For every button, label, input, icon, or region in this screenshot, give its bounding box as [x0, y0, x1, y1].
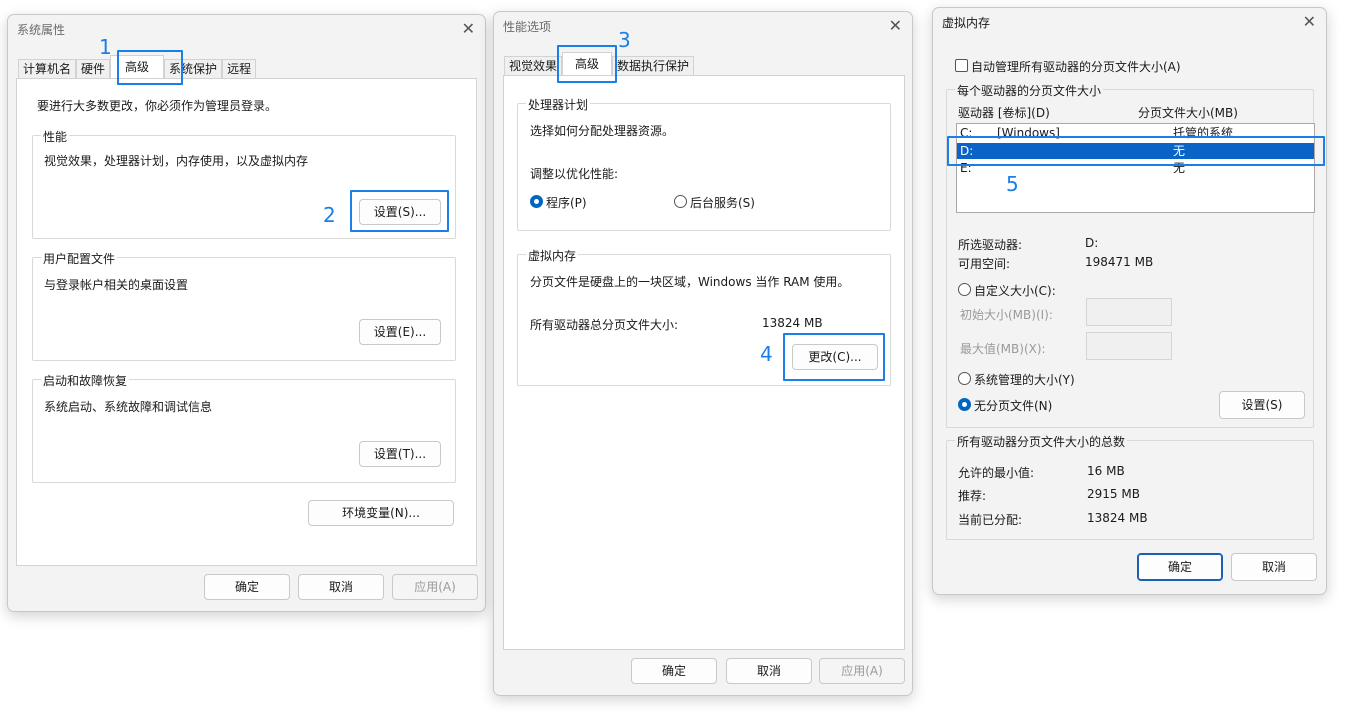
virtual-memory-window: 虚拟内存 ✕ 自动管理所有驱动器的分页文件大小(A) 每个驱动器的分页文件大小 …: [932, 7, 1327, 595]
services-radio[interactable]: [674, 195, 687, 208]
highlight-perf-advanced-tab: [557, 45, 617, 83]
tab-hardware[interactable]: 硬件: [76, 59, 111, 78]
window-title: 系统属性: [17, 23, 66, 37]
max-size-label: 最大值(MB)(X):: [960, 342, 1046, 356]
admin-note: 要进行大多数更改，你必须作为管理员登录。: [37, 99, 278, 113]
custom-size-radio[interactable]: [958, 283, 971, 296]
highlight-change-button: [783, 333, 885, 381]
total-paging-group: 所有驱动器分页文件大小的总数 允许的最小值: 16 MB 推荐: 2915 MB…: [946, 433, 1314, 540]
min-allowed-value: 16 MB: [1087, 464, 1125, 478]
column-drive-header: 驱动器 [卷标](D): [958, 106, 1050, 120]
step-number-3: 3: [618, 28, 631, 52]
free-space-label: 可用空间:: [958, 257, 1011, 271]
ok-button[interactable]: 确定: [204, 574, 290, 600]
min-allowed-label: 允许的最小值:: [958, 466, 1035, 480]
startup-recovery-group: 启动和故障恢复 系统启动、系统故障和调试信息 设置(T)...: [32, 372, 456, 483]
tab-remote[interactable]: 远程: [222, 59, 257, 78]
window-title: 虚拟内存: [942, 16, 991, 30]
programs-label: 程序(P): [546, 196, 587, 210]
window-title: 性能选项: [503, 20, 552, 34]
close-icon[interactable]: ✕: [1303, 12, 1316, 31]
user-profiles-description: 与登录帐户相关的桌面设置: [44, 278, 189, 292]
environment-variables-button[interactable]: 环境变量(N)...: [308, 500, 454, 526]
selected-drive-label: 所选驱动器:: [958, 238, 1023, 252]
max-size-input[interactable]: [1086, 332, 1172, 360]
currently-allocated-value: 13824 MB: [1087, 511, 1148, 525]
tab-visual-effects[interactable]: 视觉效果: [504, 56, 563, 75]
no-paging-file-radio[interactable]: [958, 398, 971, 411]
recommended-label: 推荐:: [958, 489, 987, 503]
highlight-drive-d-row: [947, 136, 1325, 166]
step-number-4: 4: [760, 342, 773, 366]
programs-radio[interactable]: [530, 195, 543, 208]
initial-size-input[interactable]: [1086, 298, 1172, 326]
group-label: 所有驱动器分页文件大小的总数: [955, 433, 1128, 450]
initial-size-label: 初始大小(MB)(I):: [960, 308, 1053, 322]
user-profiles-group: 用户配置文件 与登录帐户相关的桌面设置 设置(E)...: [32, 250, 456, 361]
group-label: 启动和故障恢复: [41, 372, 130, 389]
advanced-panel: 要进行大多数更改，你必须作为管理员登录。 性能 视觉效果，处理器计划，内存使用，…: [16, 78, 477, 566]
currently-allocated-label: 当前已分配:: [958, 513, 1023, 527]
total-paging-label: 所有驱动器总分页文件大小:: [530, 318, 679, 332]
system-managed-radio[interactable]: [958, 372, 971, 385]
startup-recovery-description: 系统启动、系统故障和调试信息: [44, 400, 213, 414]
recommended-value: 2915 MB: [1087, 487, 1140, 501]
ok-button[interactable]: 确定: [1137, 553, 1223, 581]
user-profiles-settings-button[interactable]: 设置(E)...: [359, 319, 441, 345]
group-label: 虚拟内存: [526, 247, 579, 264]
system-properties-window: 系统属性 ✕ 计算机名 硬件 高级 系统保护 远程 要进行大多数更改，你必须作为…: [7, 14, 486, 612]
close-icon[interactable]: ✕: [462, 19, 475, 38]
step-number-5: 5: [1006, 172, 1019, 196]
tab-computer-name[interactable]: 计算机名: [18, 59, 77, 78]
tab-dep[interactable]: 数据执行保护: [612, 56, 695, 75]
selected-drive-value: D:: [1085, 236, 1099, 250]
processor-description: 选择如何分配处理器资源。: [530, 124, 675, 138]
column-size-header: 分页文件大小(MB): [1138, 106, 1238, 120]
ok-button[interactable]: 确定: [631, 658, 717, 684]
auto-manage-checkbox[interactable]: [955, 59, 968, 72]
no-paging-file-label: 无分页文件(N): [974, 399, 1053, 413]
apply-button[interactable]: 应用(A): [819, 658, 905, 684]
group-label: 用户配置文件: [41, 250, 118, 267]
cancel-button[interactable]: 取消: [726, 658, 812, 684]
step-number-1: 1: [99, 35, 112, 59]
total-paging-value: 13824 MB: [762, 316, 823, 330]
step-number-2: 2: [323, 203, 336, 227]
processor-scheduling-group: 处理器计划 选择如何分配处理器资源。 调整以优化性能: 程序(P) 后台服务(S…: [517, 96, 891, 231]
group-label: 性能: [41, 128, 70, 145]
auto-manage-label: 自动管理所有驱动器的分页文件大小(A): [971, 60, 1181, 74]
group-label: 每个驱动器的分页文件大小: [955, 82, 1104, 99]
highlight-advanced-tab: [117, 50, 183, 85]
cancel-button[interactable]: 取消: [298, 574, 384, 600]
set-button[interactable]: 设置(S): [1219, 391, 1305, 419]
custom-size-label: 自定义大小(C):: [974, 284, 1056, 298]
group-label: 处理器计划: [526, 96, 591, 113]
system-managed-label: 系统管理的大小(Y): [974, 373, 1075, 387]
optimize-label: 调整以优化性能:: [530, 167, 619, 181]
startup-recovery-settings-button[interactable]: 设置(T)...: [359, 441, 441, 467]
free-space-value: 198471 MB: [1085, 255, 1154, 269]
apply-button[interactable]: 应用(A): [392, 574, 478, 600]
close-icon[interactable]: ✕: [889, 16, 902, 35]
virtual-memory-description: 分页文件是硬盘上的一块区域，Windows 当作 RAM 使用。: [530, 275, 850, 289]
services-label: 后台服务(S): [690, 196, 755, 210]
highlight-performance-settings: [350, 190, 449, 232]
cancel-button[interactable]: 取消: [1231, 553, 1317, 581]
performance-description: 视觉效果，处理器计划，内存使用，以及虚拟内存: [44, 154, 309, 168]
